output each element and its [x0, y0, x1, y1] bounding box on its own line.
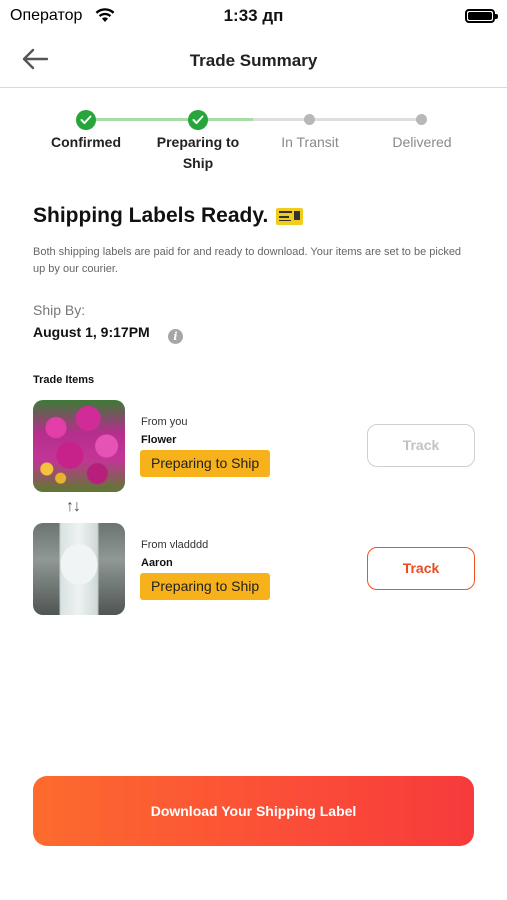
step-dot-delivered [416, 114, 427, 125]
stepper-track-pending [253, 118, 422, 121]
item-name: Aaron [141, 557, 173, 569]
swap-arrows-icon: ↑↓ [66, 498, 81, 515]
step-label-in-transit: In Transit [281, 134, 339, 150]
item-name: Flower [141, 434, 177, 446]
check-icon [76, 110, 96, 130]
status-bar: Оператор 1:33 дп [0, 0, 507, 32]
step-label-delivered: Delivered [392, 134, 452, 150]
track-button[interactable]: Track [367, 424, 475, 467]
trade-items-heading: Trade Items [33, 374, 95, 386]
headline: Shipping Labels Ready. [33, 204, 304, 228]
headline-text: Shipping Labels Ready. [33, 204, 269, 227]
item-owner: From vladddd [141, 539, 209, 551]
info-icon[interactable]: i [168, 329, 183, 344]
download-shipping-label-button[interactable]: Download Your Shipping Label [33, 776, 474, 846]
page-title: Trade Summary [189, 51, 318, 70]
step-dot-in-transit [304, 114, 315, 125]
status-badge: Preparing to Ship [140, 450, 271, 477]
battery-icon [465, 9, 498, 23]
ship-by-label: Ship By: [33, 302, 86, 318]
step-label-confirmed: Confirmed [51, 134, 121, 150]
clock: 1:33 дп [223, 6, 284, 25]
item-owner: From you [141, 416, 188, 428]
ship-by-date: August 1, 9:17PM [33, 324, 150, 340]
shipping-label-icon [276, 207, 304, 225]
description-text: Both shipping labels are paid for and re… [33, 246, 462, 275]
navigation-bar: Trade Summary [0, 36, 507, 88]
status-badge: Preparing to Ship [140, 573, 271, 600]
check-icon [188, 110, 208, 130]
stepper-track-complete [86, 118, 253, 121]
item-photo-glass[interactable] [33, 523, 125, 615]
item-photo-flowers[interactable] [33, 400, 125, 492]
step-label-preparing: Preparing to Ship [156, 134, 240, 171]
trade-item: From vladddd Aaron Preparing to Ship Tra… [33, 523, 475, 615]
progress-stepper: Confirmed Preparing to Ship In Transit D… [0, 108, 507, 178]
track-button[interactable]: Track [367, 547, 475, 590]
trade-item: From you Flower Preparing to Ship Track [33, 400, 475, 492]
